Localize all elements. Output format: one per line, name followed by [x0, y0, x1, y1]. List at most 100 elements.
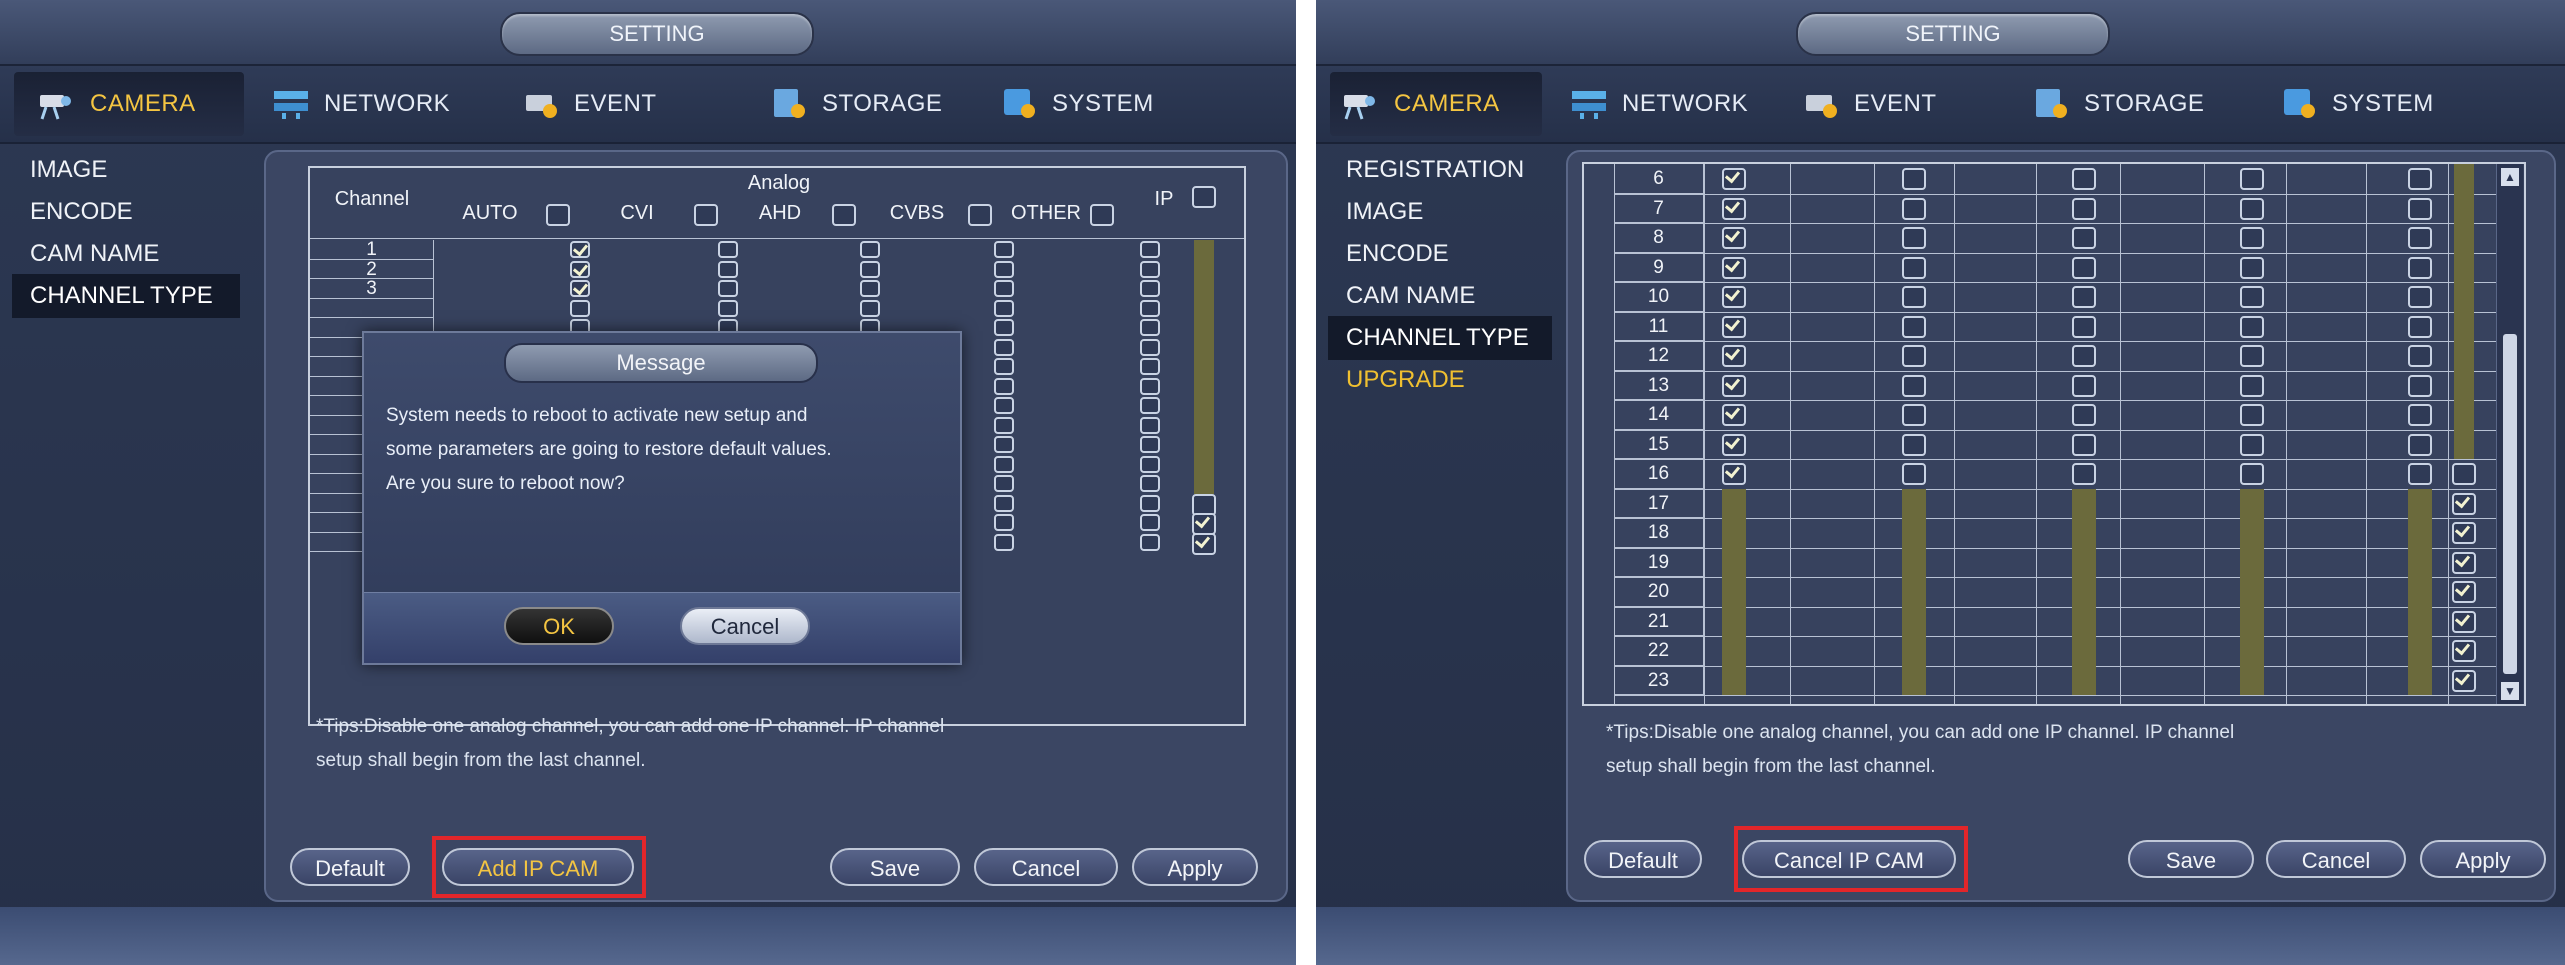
channel-type-checkbox[interactable] — [2240, 227, 2264, 249]
ip-channel-checkbox[interactable] — [1192, 532, 1216, 555]
channel-type-checkbox[interactable] — [994, 338, 1014, 356]
channel-type-checkbox[interactable] — [994, 319, 1014, 336]
sidebar-item-image[interactable]: IMAGE — [1336, 190, 1423, 234]
channel-type-checkbox[interactable] — [1902, 463, 1926, 485]
channel-type-checkbox[interactable] — [2072, 197, 2096, 220]
channel-type-checkbox[interactable] — [1722, 433, 1746, 456]
channel-type-checkbox[interactable] — [2240, 345, 2264, 367]
channel-type-checkbox[interactable] — [1722, 227, 1746, 249]
channel-type-checkbox[interactable] — [718, 280, 738, 297]
ip-channel-checkbox[interactable] — [2452, 492, 2476, 515]
channel-type-checkbox[interactable] — [2072, 433, 2096, 456]
channel-type-checkbox[interactable] — [994, 455, 1014, 473]
channel-type-checkbox[interactable] — [994, 260, 1014, 278]
scroll-up-arrow[interactable]: ▲ — [2501, 168, 2519, 186]
table-scrollbar[interactable]: ▲ ▼ — [2496, 164, 2523, 704]
channel-type-checkbox[interactable] — [1722, 168, 1746, 190]
tab-system[interactable]: SYSTEM — [2280, 76, 2434, 132]
ip-channel-checkbox[interactable] — [2452, 581, 2476, 603]
ip-select-all-checkbox[interactable] — [1192, 186, 1216, 208]
sidebar-item-registration[interactable]: REGISTRATION — [1336, 148, 1524, 192]
channel-type-checkbox[interactable] — [1140, 455, 1160, 473]
tab-event[interactable]: EVENT — [1802, 76, 1937, 132]
channel-type-checkbox[interactable] — [2408, 197, 2432, 220]
tab-camera[interactable]: CAMERA — [38, 76, 196, 132]
apply-button[interactable]: Apply — [1132, 848, 1258, 886]
ip-channel-checkbox[interactable] — [2452, 640, 2476, 662]
channel-type-checkbox[interactable] — [1140, 514, 1160, 531]
column-select-all-checkbox[interactable] — [968, 204, 992, 226]
channel-type-checkbox[interactable] — [2240, 404, 2264, 426]
channel-type-checkbox[interactable] — [860, 280, 880, 297]
channel-type-checkbox[interactable] — [1902, 256, 1926, 279]
channel-type-checkbox[interactable] — [2408, 315, 2432, 338]
cancel-button[interactable]: Cancel — [974, 848, 1118, 886]
channel-type-checkbox[interactable] — [1902, 315, 1926, 338]
ip-channel-checkbox[interactable] — [2452, 463, 2476, 485]
channel-type-checkbox[interactable] — [2072, 374, 2096, 397]
channel-type-checkbox[interactable] — [2408, 433, 2432, 456]
column-select-all-checkbox[interactable] — [1090, 204, 1114, 226]
channel-type-checkbox[interactable] — [2072, 286, 2096, 308]
channel-type-checkbox[interactable] — [2072, 256, 2096, 279]
channel-type-checkbox[interactable] — [1722, 256, 1746, 279]
channel-type-checkbox[interactable] — [860, 260, 880, 278]
default-button[interactable]: Default — [290, 848, 410, 886]
default-button[interactable]: Default — [1584, 840, 1702, 878]
tab-network[interactable]: NETWORK — [272, 76, 450, 132]
channel-type-checkbox[interactable] — [1140, 338, 1160, 356]
tab-camera[interactable]: CAMERA — [1342, 76, 1500, 132]
sidebar-item-encode[interactable]: ENCODE — [20, 190, 133, 234]
channel-type-checkbox[interactable] — [2408, 286, 2432, 308]
channel-type-checkbox[interactable] — [994, 494, 1014, 512]
scroll-down-arrow[interactable]: ▼ — [2501, 682, 2519, 700]
sidebar-item-image[interactable]: IMAGE — [20, 148, 107, 192]
channel-type-checkbox[interactable] — [1140, 475, 1160, 492]
cancel-button[interactable]: Cancel — [2266, 840, 2406, 878]
tab-network[interactable]: NETWORK — [1570, 76, 1748, 132]
apply-button[interactable]: Apply — [2420, 840, 2546, 878]
channel-type-checkbox[interactable] — [1140, 533, 1160, 551]
channel-type-checkbox[interactable] — [570, 260, 590, 278]
channel-type-checkbox[interactable] — [1140, 299, 1160, 317]
channel-type-checkbox[interactable] — [1902, 404, 1926, 426]
channel-type-checkbox[interactable] — [2072, 404, 2096, 426]
channel-type-checkbox[interactable] — [2408, 463, 2432, 485]
channel-type-checkbox[interactable] — [994, 416, 1014, 434]
channel-type-checkbox[interactable] — [994, 397, 1014, 414]
channel-type-checkbox[interactable] — [1902, 227, 1926, 249]
channel-type-checkbox[interactable] — [1902, 345, 1926, 367]
tab-storage[interactable]: STORAGE — [770, 76, 942, 132]
channel-type-checkbox[interactable] — [2408, 256, 2432, 279]
channel-type-checkbox[interactable] — [570, 241, 590, 258]
channel-type-checkbox[interactable] — [1722, 404, 1746, 426]
tab-event[interactable]: EVENT — [522, 76, 657, 132]
channel-type-checkbox[interactable] — [2240, 168, 2264, 190]
channel-type-checkbox[interactable] — [718, 260, 738, 278]
channel-type-checkbox[interactable] — [718, 299, 738, 317]
channel-type-checkbox[interactable] — [2072, 227, 2096, 249]
channel-type-checkbox[interactable] — [994, 436, 1014, 453]
channel-type-checkbox[interactable] — [994, 280, 1014, 297]
save-button[interactable]: Save — [2128, 840, 2254, 878]
sidebar-item-channel-type[interactable]: CHANNEL TYPE — [12, 274, 240, 318]
channel-type-checkbox[interactable] — [860, 241, 880, 258]
channel-type-checkbox[interactable] — [2240, 374, 2264, 397]
column-select-all-checkbox[interactable] — [694, 204, 718, 226]
sidebar-item-upgrade[interactable]: UPGRADE — [1336, 358, 1465, 402]
save-button[interactable]: Save — [830, 848, 960, 886]
channel-type-checkbox[interactable] — [2240, 463, 2264, 485]
channel-type-checkbox[interactable] — [1140, 416, 1160, 434]
channel-type-checkbox[interactable] — [570, 299, 590, 317]
channel-type-checkbox[interactable] — [994, 377, 1014, 395]
column-select-all-checkbox[interactable] — [832, 204, 856, 226]
ip-channel-checkbox[interactable] — [2452, 610, 2476, 633]
channel-type-checkbox[interactable] — [1140, 397, 1160, 414]
channel-type-checkbox[interactable] — [1722, 463, 1746, 485]
channel-type-checkbox[interactable] — [994, 533, 1014, 551]
channel-type-checkbox[interactable] — [1140, 436, 1160, 453]
channel-type-checkbox[interactable] — [1902, 374, 1926, 397]
sidebar-item-cam-name[interactable]: CAM NAME — [1336, 274, 1475, 318]
channel-type-checkbox[interactable] — [1722, 315, 1746, 338]
channel-type-checkbox[interactable] — [1140, 377, 1160, 395]
